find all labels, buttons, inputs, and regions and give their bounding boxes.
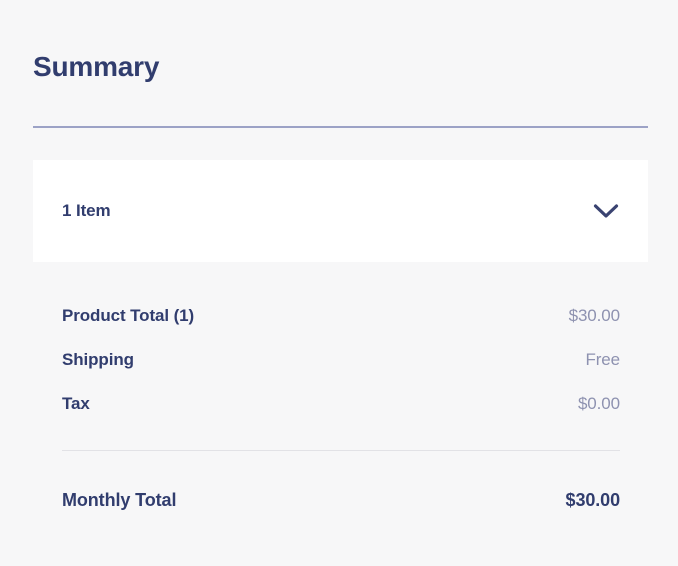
line-item-label: Tax xyxy=(62,394,90,413)
line-item-label: Product Total (1) xyxy=(62,306,195,325)
title-divider xyxy=(33,126,648,128)
order-summary-panel: Summary 1 Item Product Total (1) $30.00 … xyxy=(0,0,678,566)
line-item-value: $0.00 xyxy=(577,394,620,413)
totals-divider xyxy=(62,450,620,451)
item-summary-card[interactable]: 1 Item xyxy=(33,160,648,262)
page-title: Summary xyxy=(33,51,160,82)
chevron-down-icon[interactable] xyxy=(593,203,619,219)
line-item-value: Free xyxy=(585,350,620,369)
line-item-list: Product Total (1) $30.00 Shipping Free T… xyxy=(62,306,620,438)
list-item: Product Total (1) $30.00 xyxy=(62,306,620,350)
list-item: Tax $0.00 xyxy=(62,394,620,438)
monthly-total-row: Monthly Total $30.00 xyxy=(62,490,620,511)
monthly-total-value: $30.00 xyxy=(565,490,621,510)
item-count-label: 1 Item xyxy=(62,201,111,220)
line-item-label: Shipping xyxy=(62,350,134,369)
monthly-total-label: Monthly Total xyxy=(62,490,177,510)
list-item: Shipping Free xyxy=(62,350,620,394)
line-item-value: $30.00 xyxy=(568,306,621,325)
